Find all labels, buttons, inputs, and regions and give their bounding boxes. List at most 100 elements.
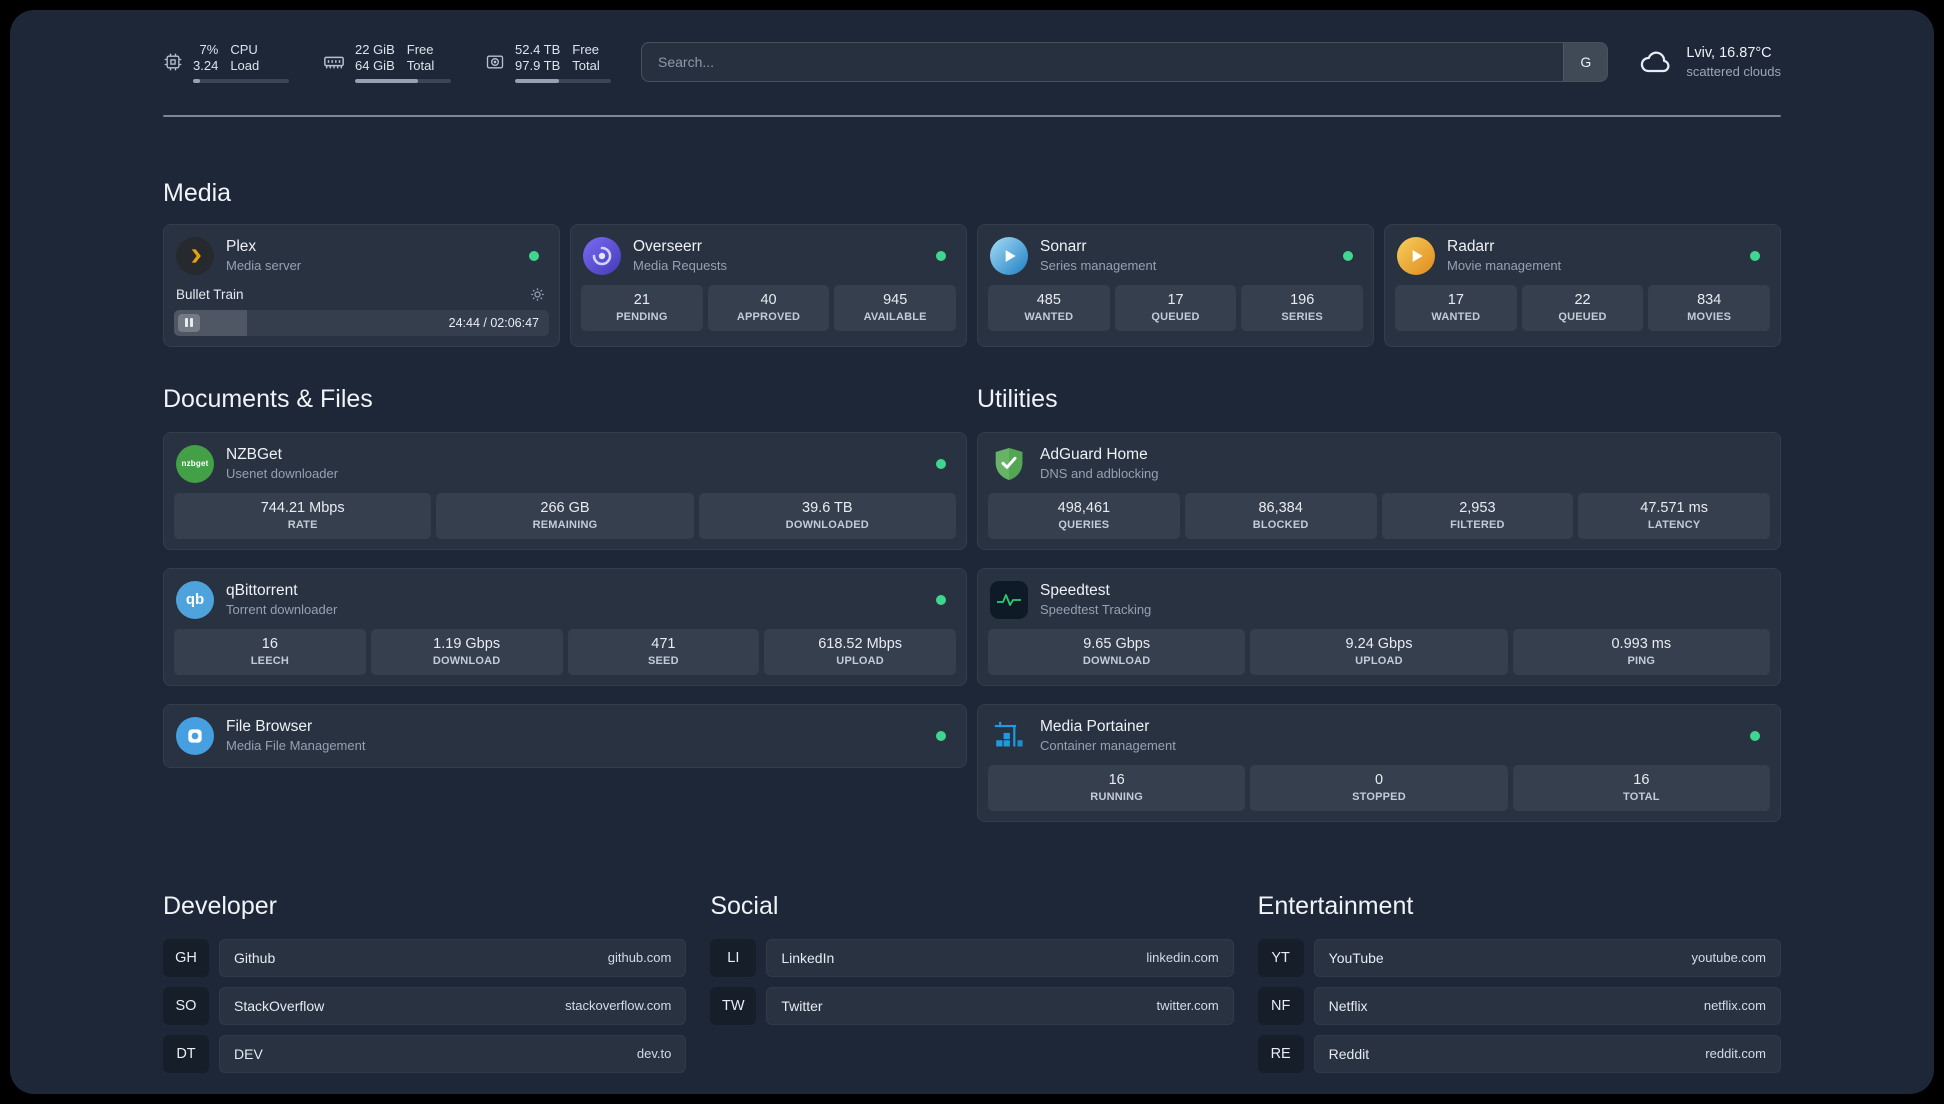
service-name: Overseerr [633,238,702,255]
bookmark-url: reddit.com [1705,1046,1766,1061]
service-desc: Usenet downloader [226,466,339,481]
stat-downloaded: 39.6 TB DOWNLOADED [698,492,956,539]
topbar: 7% 3.24 CPU Load 22 GiB 64 GiB Free Tota… [163,42,1781,83]
stat-ping: 0.993 ms PING [1512,628,1770,675]
stat-wanted: 485 WANTED [988,284,1110,331]
stat-approved: 40 APPROVED [707,284,830,331]
bookmark-name: Netflix [1328,997,1368,1014]
disk-free-value: 52.4 TB [515,42,561,57]
bookmark-group-title: Developer [163,891,277,920]
filebrowser-icon [176,716,214,755]
search-provider-button[interactable]: G [1563,43,1608,82]
adguard-icon [990,445,1028,483]
stat-rate: 744.21 Mbps RATE [174,492,432,539]
memory-free-value: 22 GiB [355,42,395,57]
stat-value: 39.6 TB [802,499,853,516]
bookmark-stackoverflow[interactable]: SO StackOverflow stackoverflow.com [163,986,687,1025]
resource-widgets: 7% 3.24 CPU Load 22 GiB 64 GiB Free Tota… [163,42,611,83]
memory-total-value: 64 GiB [355,58,395,74]
stat-label: SERIES [1281,310,1323,323]
stat-value: 47.571 ms [1640,499,1708,516]
stat-label: APPROVED [736,310,801,323]
service-card-plex[interactable]: Plex Media server Bullet Train 24:44 / 0… [163,223,560,347]
cpu-label: CPU [230,42,258,57]
stat-download: 9.65 Gbps DOWNLOAD [988,628,1246,675]
status-dot [1750,730,1760,741]
bookmark-youtube[interactable]: YT YouTube youtube.com [1257,938,1781,977]
stat-queued: 17 QUEUED [1114,284,1237,331]
radarr-meta: Radarr Movie management [1447,238,1561,273]
stat-filtered: 2,953 FILTERED [1381,492,1574,539]
bookmark-list: YT YouTube youtube.com NF Netflix netfli… [1257,938,1781,1073]
disk-widget: 52.4 TB 97.9 TB Free Total [485,42,611,83]
bookmark-netflix[interactable]: NF Netflix netflix.com [1257,986,1781,1025]
bookmark-abbr: SO [163,986,209,1025]
pause-button[interactable] [178,313,200,332]
stat-seed: 471 SEED [567,628,760,675]
nzbget-icon-text: nzbget [181,459,209,468]
disk-free-label: Free [572,42,600,57]
service-desc: Movie management [1447,258,1562,273]
service-card-nzbget[interactable]: nzbget NZBGet Usenet downloader 744.21 M… [163,431,967,550]
stat-running: 16 RUNNING [988,764,1246,811]
service-card-filebrowser[interactable]: File Browser Media File Management [163,703,967,768]
service-card-adguard[interactable]: AdGuard Home DNS and adblocking 498,461 … [977,431,1781,550]
bookmark-dev[interactable]: DT DEV dev.to [163,1034,687,1073]
search-input[interactable] [642,43,1564,82]
cpu-widget: 7% 3.24 CPU Load [163,42,289,83]
service-desc: Media Requests [633,258,727,273]
search-bar: G [641,42,1609,83]
stat-queries: 498,461 QUERIES [988,492,1180,539]
bookmark-url: netflix.com [1703,998,1766,1013]
stat-remaining: 266 GB REMAINING [436,492,694,539]
section-title-media: Media [163,178,232,207]
overseerr-stats: 21 PENDING 40 APPROVED 945 AVAILABLE [581,284,957,331]
stat-label: QUERIES [1058,518,1110,531]
bookmark-pill: Netflix netflix.com [1313,986,1781,1025]
speedtest-icon [990,580,1028,619]
service-card-overseerr[interactable]: Overseerr Media Requests 21 PENDING 40 A… [570,223,967,347]
bookmark-reddit[interactable]: RE Reddit reddit.com [1257,1034,1781,1073]
service-card-sonarr[interactable]: Sonarr Series management 485 WANTED 17 Q… [977,223,1374,347]
service-card-portainer[interactable]: Media Portainer Container management 16 … [977,703,1781,822]
service-card-speedtest[interactable]: Speedtest Speedtest Tracking 9.65 Gbps D… [977,567,1781,686]
stat-value: 21 [633,291,650,308]
disk-icon [485,52,505,72]
bookmark-pill: YouTube youtube.com [1313,938,1781,977]
stat-value: 834 [1697,291,1722,308]
stat-value: 196 [1290,291,1315,308]
bookmark-list: GH Github github.com SO StackOverflow st… [163,938,687,1073]
qbittorrent-meta: qBittorrent Torrent downloader [226,582,337,617]
bookmark-url: stackoverflow.com [565,998,672,1013]
service-name: Media Portainer [1040,718,1150,735]
service-card-qbittorrent[interactable]: qb qBittorrent Torrent downloader 16 LEE… [163,567,967,686]
section-title-utilities: Utilities [977,384,1058,413]
bookmark-group-title: Entertainment [1257,891,1414,920]
bookmark-github[interactable]: GH Github github.com [163,938,687,977]
bookmark-pill: StackOverflow stackoverflow.com [219,986,687,1025]
gear-icon[interactable] [530,287,545,302]
sonarr-stats: 485 WANTED 17 QUEUED 196 SERIES [988,284,1364,331]
stat-label: DOWNLOAD [432,654,501,667]
portainer-header: Media Portainer Container management [988,715,1770,765]
playback-progress-bar[interactable]: 24:44 / 02:06:47 [174,309,549,336]
qbittorrent-icon-text: qb [185,591,205,608]
stat-value: 498,461 [1057,499,1111,516]
portainer-icon [990,717,1028,755]
cpu-load-value: 3.24 [193,58,219,74]
stat-value: 744.21 Mbps [260,499,345,516]
service-name: NZBGet [226,446,282,463]
service-card-radarr[interactable]: Radarr Movie management 17 WANTED 22 QUE… [1384,223,1781,347]
documents-section: Documents & Files nzbget NZBGet Usenet d… [163,385,967,768]
bookmark-url: twitter.com [1156,998,1219,1013]
bookmark-group-social: Social LI LinkedIn linkedin.com TW Twitt… [710,892,1234,1025]
bookmark-twitter[interactable]: TW Twitter twitter.com [710,986,1234,1025]
nzbget-header: nzbget NZBGet Usenet downloader [174,443,956,493]
stat-value: 9.65 Gbps [1083,635,1151,652]
bookmark-group-developer: Developer GH Github github.com SO StackO… [163,891,687,1073]
portainer-stats: 16 RUNNING 0 STOPPED 16 TOTAL [988,764,1770,811]
qbittorrent-icon: qb [176,580,214,619]
bookmark-linkedin[interactable]: LI LinkedIn linkedin.com [710,938,1234,977]
service-desc: Torrent downloader [226,602,338,617]
stat-value: 16 [1108,771,1125,788]
